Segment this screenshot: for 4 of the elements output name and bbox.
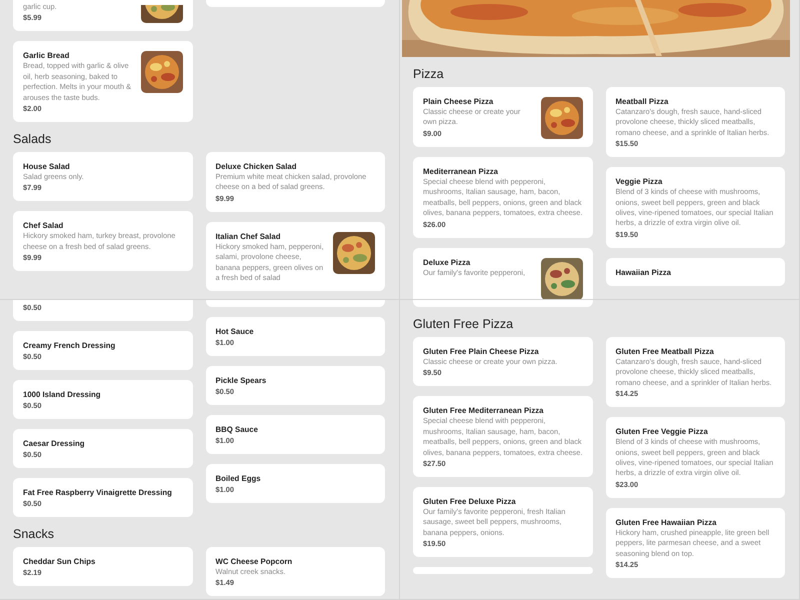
section-title: Gluten Free Pizza — [413, 317, 514, 332]
section-title: Salads — [13, 132, 52, 148]
section-title: Pizza — [413, 67, 445, 82]
section-title: Snacks — [13, 527, 55, 542]
